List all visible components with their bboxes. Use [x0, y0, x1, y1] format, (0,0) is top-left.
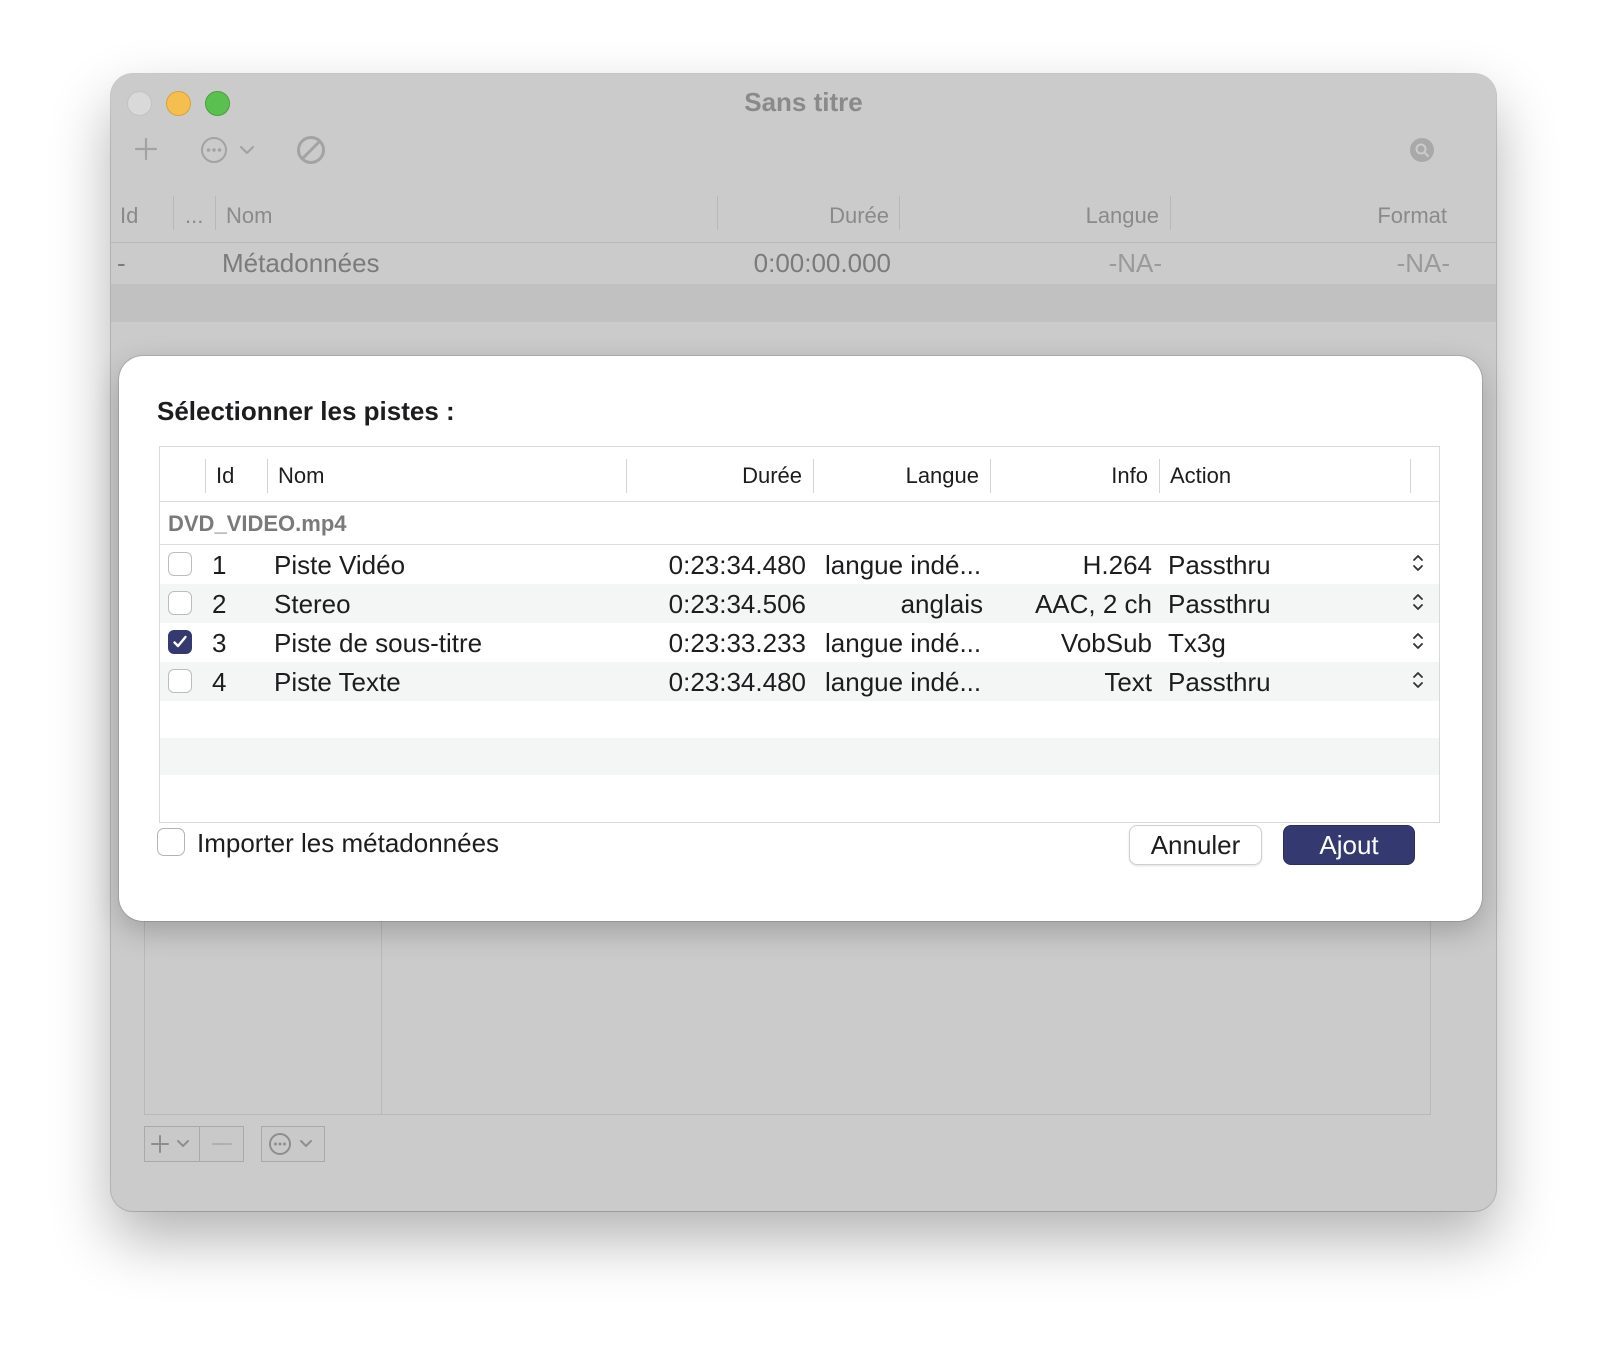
column-more[interactable]: ... [185, 203, 203, 229]
updown-chevron-icon[interactable] [1411, 553, 1425, 573]
column-language[interactable]: Langue [813, 463, 979, 489]
tracks-table: Id Nom Durée Langue Info Action DVD_VIDE… [159, 446, 1440, 823]
cancel-button[interactable]: Annuler [1129, 825, 1262, 865]
table-row[interactable]: 2 Stereo 0:23:34.506 anglais AAC, 2 ch P… [160, 584, 1439, 623]
track-duration: 0:23:33.233 [668, 628, 806, 658]
track-action[interactable]: Passthru [1168, 667, 1271, 698]
track-id: 1 [212, 550, 227, 580]
metadata-language: -NA- [1108, 248, 1162, 278]
column-id[interactable]: Id [216, 463, 234, 489]
updown-chevron-icon[interactable] [1411, 592, 1425, 612]
column-action[interactable]: Action [1170, 463, 1231, 489]
column-id[interactable]: Id [120, 203, 138, 229]
metadata-format: -NA- [1396, 248, 1450, 278]
select-tracks-sheet: Sélectionner les pistes : Id Nom Durée L… [119, 356, 1482, 921]
chevron-down-icon[interactable] [239, 145, 255, 155]
metadata-duration: 0:00:00.000 [753, 248, 891, 278]
table-row[interactable]: 4 Piste Texte 0:23:34.480 langue indé...… [160, 662, 1439, 701]
sheet-title: Sélectionner les pistes : [157, 396, 455, 426]
track-id: 3 [212, 628, 227, 658]
column-duration[interactable]: Durée [717, 203, 889, 229]
track-checkbox[interactable] [168, 630, 192, 654]
window-title: Sans titre [744, 87, 863, 117]
table-row[interactable]: 3 Piste de sous-titre 0:23:33.233 langue… [160, 623, 1439, 662]
track-info: VobSub [1060, 628, 1152, 658]
track-action[interactable]: Passthru [1168, 550, 1271, 581]
track-language: anglais [900, 589, 983, 619]
prohibit-icon[interactable] [296, 135, 326, 165]
updown-chevron-icon[interactable] [1411, 670, 1425, 690]
track-duration: 0:23:34.480 [668, 667, 806, 697]
track-duration: 0:23:34.506 [668, 589, 806, 619]
plus-icon [151, 1135, 189, 1153]
checkmark-icon [173, 635, 187, 648]
track-info: AAC, 2 ch [1034, 589, 1152, 619]
metadata-id: - [117, 248, 126, 278]
updown-chevron-icon[interactable] [1411, 631, 1425, 651]
track-name: Stereo [274, 589, 351, 619]
track-name: Piste Texte [274, 667, 401, 697]
track-duration: 0:23:34.480 [668, 550, 806, 580]
track-action[interactable]: Passthru [1168, 589, 1271, 620]
track-id: 2 [212, 589, 227, 619]
track-action[interactable]: Tx3g [1168, 628, 1226, 659]
track-checkbox[interactable] [168, 591, 192, 615]
table-row[interactable]: 1 Piste Vidéo 0:23:34.480 langue indé...… [160, 545, 1439, 584]
add-menu-button[interactable] [144, 1126, 200, 1162]
track-language: langue indé... [825, 667, 982, 697]
track-id: 4 [212, 667, 227, 697]
column-name[interactable]: Nom [278, 463, 324, 489]
column-info[interactable]: Info [990, 463, 1148, 489]
track-checkbox[interactable] [168, 552, 192, 576]
track-name: Piste de sous-titre [274, 628, 483, 658]
remove-button[interactable] [199, 1126, 244, 1162]
import-metadata-label[interactable]: Importer les métadonnées [197, 828, 499, 859]
track-language: langue indé... [825, 550, 982, 580]
column-format[interactable]: Format [1170, 203, 1447, 229]
minus-icon [211, 1143, 232, 1145]
track-info: H.264 [1082, 550, 1152, 580]
track-name: Piste Vidéo [274, 550, 406, 580]
track-info: Text [1104, 667, 1152, 697]
file-group-label: DVD_VIDEO.mp4 [168, 511, 347, 536]
search-icon[interactable] [1409, 137, 1435, 163]
add-button[interactable]: Ajout [1283, 825, 1415, 865]
import-metadata-checkbox[interactable] [157, 828, 185, 856]
column-language[interactable]: Langue [899, 203, 1159, 229]
track-language: langue indé... [825, 628, 982, 658]
column-duration[interactable]: Durée [626, 463, 802, 489]
ellipsis-circle-icon[interactable] [200, 136, 228, 164]
metadata-name: Métadonnées [222, 248, 380, 278]
plus-icon[interactable] [133, 136, 159, 162]
actions-menu-button[interactable] [261, 1126, 325, 1162]
track-checkbox[interactable] [168, 669, 192, 693]
ellipsis-circle-icon [269, 1133, 312, 1155]
column-name[interactable]: Nom [226, 203, 272, 229]
